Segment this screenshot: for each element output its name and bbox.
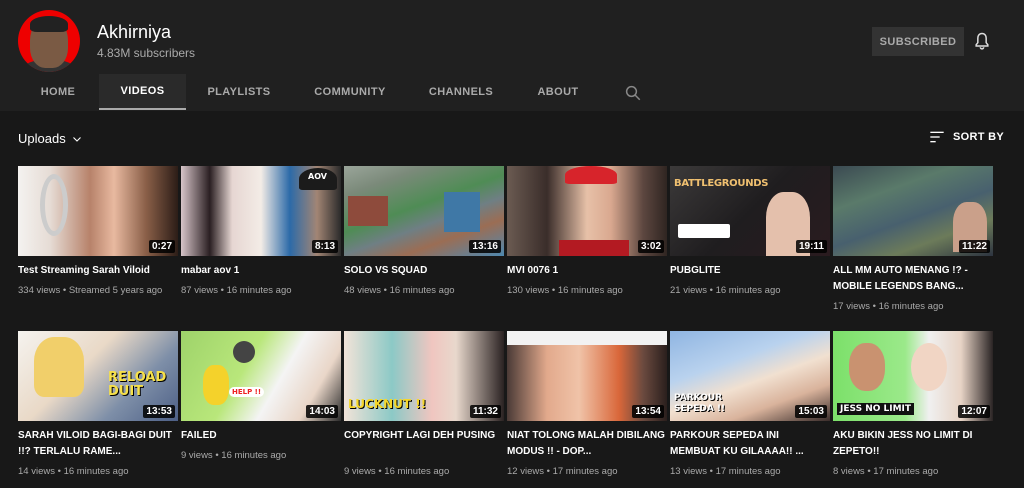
sort-by-button[interactable]: SORT BY (929, 130, 1004, 144)
video-meta: 87 views • 16 minutes ago (181, 285, 292, 296)
video-duration: 15:03 (795, 405, 827, 418)
video-thumbnail[interactable]: BATTLEGROUNDS 19:11 (670, 166, 830, 256)
chevron-down-icon (72, 136, 81, 142)
tab-community[interactable]: COMMUNITY (296, 74, 404, 110)
video-title[interactable]: COPYRIGHT LAGI DEH PUSING (344, 428, 502, 444)
video-duration: 0:27 (148, 240, 175, 253)
video-duration: 11:32 (469, 405, 501, 418)
tab-videos[interactable]: VIDEOS (99, 74, 186, 110)
video-thumbnail[interactable]: PARKOUR SEPEDA !! 15:03 (670, 331, 830, 421)
video-meta: 13 views • 17 minutes ago (670, 466, 781, 477)
video-thumbnail[interactable]: 0:27 (18, 166, 178, 256)
video-title[interactable]: MVI 0076 1 (507, 263, 665, 279)
video-thumbnail[interactable]: 3:02 (507, 166, 667, 256)
video-thumbnail[interactable]: AOV 8:13 (181, 166, 341, 256)
video-duration: 3:02 (637, 240, 664, 253)
channel-tabs: HOME VIDEOS PLAYLISTS COMMUNITY CHANNELS… (0, 74, 1024, 110)
subscribed-button[interactable]: SUBSCRIBED (872, 27, 964, 56)
video-meta: 9 views • 16 minutes ago (344, 466, 450, 477)
video-title[interactable]: SARAH VILOID BAGI-BAGI DUIT !!? TERLALU … (18, 428, 176, 460)
video-meta: 8 views • 17 minutes ago (833, 466, 939, 477)
video-duration: 13:54 (632, 405, 664, 418)
thumbnail-text: LUCKNUT !! (348, 397, 427, 411)
channel-header: Akhirniya 4.83M subscribers SUBSCRIBED H… (0, 0, 1024, 111)
tab-channels[interactable]: CHANNELS (416, 74, 506, 110)
video-thumbnail[interactable]: HELP !! 14:03 (181, 331, 341, 421)
video-thumbnail[interactable]: LUCKNUT !! 11:32 (344, 331, 504, 421)
thumbnail-text: RELOAD DUIT (108, 370, 167, 399)
video-duration: 13:53 (143, 405, 175, 418)
video-meta: 9 views • 16 minutes ago (181, 450, 287, 461)
video-thumbnail[interactable]: RELOAD DUIT 13:53 (18, 331, 178, 421)
video-meta: 334 views • Streamed 5 years ago (18, 285, 163, 296)
subscriber-count: 4.83M subscribers (97, 46, 196, 60)
video-thumbnail[interactable]: 13:16 (344, 166, 504, 256)
video-title[interactable]: PUBGLITE (670, 263, 828, 279)
search-icon[interactable] (624, 84, 642, 102)
video-title[interactable]: AKU BIKIN JESS NO LIMIT DI ZEPETO!! (833, 428, 991, 460)
video-duration: 14:03 (306, 405, 338, 418)
video-duration: 12:07 (958, 405, 990, 418)
video-meta: 21 views • 16 minutes ago (670, 285, 781, 296)
video-title[interactable]: Test Streaming Sarah Viloid (18, 263, 176, 279)
bell-icon[interactable] (972, 31, 992, 51)
channel-avatar[interactable] (18, 10, 80, 72)
video-thumbnail[interactable]: 13:54 (507, 331, 667, 421)
video-thumbnail[interactable]: 11:22 (833, 166, 993, 256)
thumbnail-text: BATTLEGROUNDS (674, 178, 769, 189)
uploads-label: Uploads (18, 131, 66, 146)
channel-name[interactable]: Akhirniya (97, 22, 171, 43)
thumbnail-text: AOV (308, 172, 327, 181)
video-duration: 13:16 (469, 240, 501, 253)
video-title[interactable]: SOLO VS SQUAD (344, 263, 502, 279)
video-duration: 11:22 (958, 240, 990, 253)
sort-icon (930, 131, 944, 143)
avatar-hair (30, 16, 68, 32)
video-thumbnail[interactable]: JESS NO LIMIT 12:07 (833, 331, 993, 421)
sort-by-label: SORT BY (953, 131, 1004, 143)
video-title[interactable]: NIAT TOLONG MALAH DIBILANG MODUS !! - DO… (507, 428, 665, 460)
video-duration: 19:11 (795, 240, 827, 253)
uploads-dropdown[interactable]: Uploads (18, 131, 83, 146)
video-meta: 14 views • 16 minutes ago (18, 466, 129, 477)
video-meta: 12 views • 17 minutes ago (507, 466, 618, 477)
thumbnail-text: HELP !! (229, 387, 265, 397)
video-title[interactable]: ALL MM AUTO MENANG !? - MOBILE LEGENDS B… (833, 263, 991, 295)
thumbnail-text: JESS NO LIMIT (837, 403, 915, 415)
video-title[interactable]: PARKOUR SEPEDA INI MEMBUAT KU GILAAAA!! … (670, 428, 828, 460)
video-meta: 17 views • 16 minutes ago (833, 301, 944, 312)
video-duration: 8:13 (311, 240, 338, 253)
tab-playlists[interactable]: PLAYLISTS (190, 74, 288, 110)
video-meta: 130 views • 16 minutes ago (507, 285, 623, 296)
tab-home[interactable]: HOME (18, 74, 98, 110)
thumbnail-text: PARKOUR SEPEDA !! (674, 393, 726, 414)
tab-about[interactable]: ABOUT (520, 74, 596, 110)
video-meta: 48 views • 16 minutes ago (344, 285, 455, 296)
video-title[interactable]: mabar aov 1 (181, 263, 339, 279)
video-title[interactable]: FAILED (181, 428, 339, 444)
